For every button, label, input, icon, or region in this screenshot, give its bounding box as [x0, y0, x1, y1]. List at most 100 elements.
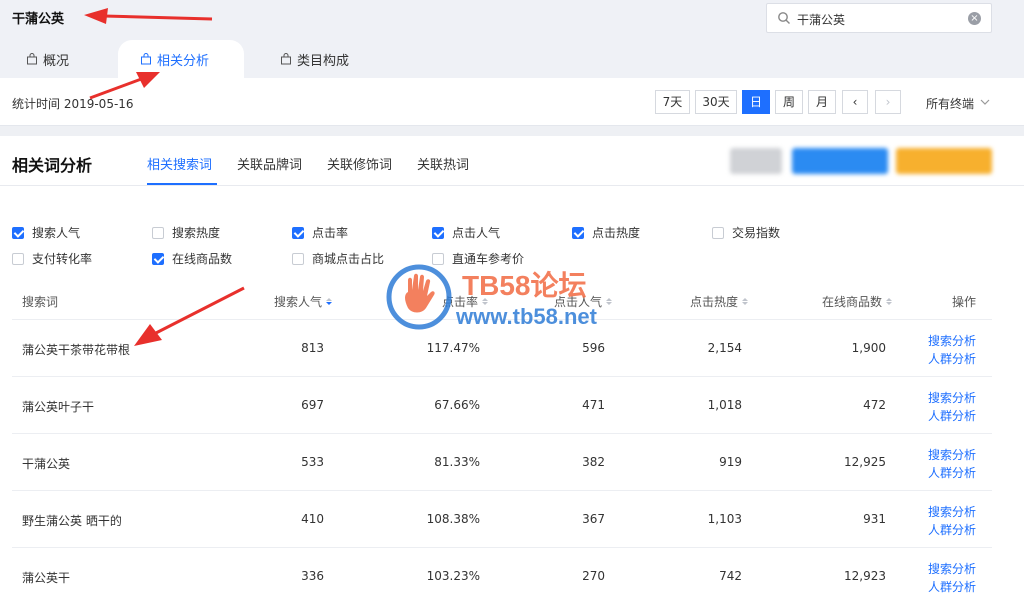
checkbox-icon	[292, 252, 304, 265]
page-title: 干蒲公英	[12, 12, 65, 27]
metric-checkbox[interactable]: 点击热度	[572, 224, 640, 241]
annotation-arrow	[84, 8, 213, 24]
table-row: 蒲公英干 336 103.23% 270 742 12,923 搜索分析 人群分析	[12, 548, 992, 595]
cell-keyword: 蒲公英叶子干	[22, 400, 95, 414]
row-actions: 搜索分析 人群分析	[928, 389, 976, 425]
period-month-button[interactable]: 月	[808, 90, 836, 114]
chevron-left-icon[interactable]: ‹	[842, 90, 868, 114]
period-30d-button[interactable]: 30天	[695, 90, 737, 114]
sort-icon	[886, 298, 893, 305]
checkbox-icon	[712, 226, 724, 239]
tab-overview[interactable]: 概况	[26, 40, 69, 78]
crowd-analysis-link[interactable]: 人群分析	[928, 350, 976, 368]
metric-label: 在线商品数	[172, 252, 233, 266]
period-7d-button[interactable]: 7天	[655, 90, 690, 114]
header-ops: 操作	[952, 295, 977, 309]
crowd-analysis-link[interactable]: 人群分析	[928, 407, 976, 425]
header-click-heat[interactable]: 点击热度	[690, 293, 749, 310]
cell-keyword: 干蒲公英	[22, 457, 71, 471]
annotation-arrow	[134, 286, 245, 346]
period-day-button[interactable]: 日	[742, 90, 770, 114]
hand-logo-icon	[386, 264, 452, 330]
cell-online-items: 1,900	[851, 341, 886, 355]
subtab-related-search[interactable]: 相关搜索词	[147, 154, 212, 173]
metric-checkbox[interactable]: 支付转化率	[12, 250, 92, 267]
metric-label: 点击热度	[592, 226, 641, 240]
table-row: 野生蒲公英 晒干的 410 108.38% 367 1,103 931 搜索分析…	[12, 491, 992, 548]
cell-search-pop: 410	[301, 512, 324, 526]
metric-checkbox[interactable]: 交易指数	[712, 224, 780, 241]
related-words-panel: 相关词分析 相关搜索词 关联品牌词 关联修饰词 关联热词 搜索人气 搜索热度 点…	[0, 136, 1024, 595]
metric-label: 搜索热度	[172, 226, 221, 240]
checkbox-icon	[152, 252, 164, 265]
search-value: 干蒲公英	[797, 13, 846, 27]
crowd-analysis-link[interactable]: 人群分析	[928, 521, 976, 539]
watermark: TB58论坛 www.tb58.net	[386, 262, 646, 334]
metric-checkbox[interactable]: 点击人气	[432, 224, 500, 241]
bag-icon	[27, 53, 37, 65]
subtab-modifier[interactable]: 关联修饰词	[327, 154, 392, 173]
subtab-brand[interactable]: 关联品牌词	[237, 154, 302, 173]
crowd-analysis-link[interactable]: 人群分析	[928, 578, 976, 595]
row-actions: 搜索分析 人群分析	[928, 332, 976, 368]
metric-checkbox[interactable]: 商城点击占比	[292, 250, 384, 267]
panel-title: 相关词分析	[12, 156, 93, 175]
metric-checkbox[interactable]: 在线商品数	[152, 250, 232, 267]
header-label: 在线商品数	[822, 295, 883, 309]
clear-icon[interactable]: ×	[968, 12, 981, 25]
annotation-arrow	[89, 72, 160, 100]
blurred-region	[730, 148, 782, 174]
cell-ctr: 117.47%	[426, 341, 480, 355]
search-analysis-link[interactable]: 搜索分析	[928, 389, 976, 407]
search-input[interactable]: 干蒲公英 ×	[766, 3, 992, 33]
row-actions: 搜索分析 人群分析	[928, 446, 976, 482]
search-analysis-link[interactable]: 搜索分析	[928, 560, 976, 578]
search-analysis-link[interactable]: 搜索分析	[928, 332, 976, 350]
cell-click-pop: 471	[582, 398, 605, 412]
cell-click-heat: 1,018	[707, 398, 742, 412]
tab-label: 类目构成	[297, 53, 350, 69]
metric-label: 点击人气	[452, 226, 501, 240]
cell-ctr: 103.23%	[426, 569, 480, 583]
header-search-pop[interactable]: 搜索人气	[274, 293, 333, 310]
table-row: 干蒲公英 533 81.33% 382 919 12,925 搜索分析 人群分析	[12, 434, 992, 491]
header-label: 搜索人气	[274, 295, 323, 309]
cell-click-heat: 919	[719, 455, 742, 469]
metric-label: 支付转化率	[32, 252, 93, 266]
search-icon	[778, 12, 790, 24]
checkbox-icon	[152, 226, 164, 239]
search-analysis-link[interactable]: 搜索分析	[928, 446, 976, 464]
checkbox-icon	[292, 226, 304, 239]
header-label: 点击热度	[690, 295, 739, 309]
cell-online-items: 12,925	[844, 455, 886, 469]
crowd-analysis-link[interactable]: 人群分析	[928, 464, 976, 482]
cell-online-items: 931	[863, 512, 886, 526]
cell-ctr: 81.33%	[434, 455, 480, 469]
period-week-button[interactable]: 周	[775, 90, 803, 114]
blurred-button	[896, 148, 992, 174]
search-analysis-link[interactable]: 搜索分析	[928, 503, 976, 521]
metric-checkbox[interactable]: 搜索人气	[12, 224, 80, 241]
terminal-select[interactable]: 所有终端	[926, 95, 990, 112]
table-row: 蒲公英叶子干 697 67.66% 471 1,018 472 搜索分析 人群分析	[12, 377, 992, 434]
cell-keyword: 蒲公英干	[22, 571, 71, 585]
chevron-right-icon[interactable]: ›	[875, 90, 901, 114]
subtab-hotword[interactable]: 关联热词	[417, 154, 469, 173]
divider	[0, 185, 1024, 186]
cell-search-pop: 533	[301, 455, 324, 469]
watermark-url: www.tb58.net	[456, 304, 597, 329]
chevron-down-icon	[980, 99, 990, 105]
header-online-items[interactable]: 在线商品数	[822, 293, 893, 310]
metric-label: 点击率	[312, 226, 349, 240]
cell-click-heat: 2,154	[707, 341, 742, 355]
section-gap	[0, 127, 1024, 136]
blurred-button	[792, 148, 888, 174]
cell-keyword: 野生蒲公英 晒干的	[22, 514, 122, 528]
bag-icon	[281, 53, 291, 65]
cell-search-pop: 697	[301, 398, 324, 412]
metric-label: 搜索人气	[32, 226, 81, 240]
metric-checkbox[interactable]: 点击率	[292, 224, 348, 241]
metric-checkbox[interactable]: 搜索热度	[152, 224, 220, 241]
tab-category[interactable]: 类目构成	[280, 40, 349, 78]
cell-online-items: 12,923	[844, 569, 886, 583]
